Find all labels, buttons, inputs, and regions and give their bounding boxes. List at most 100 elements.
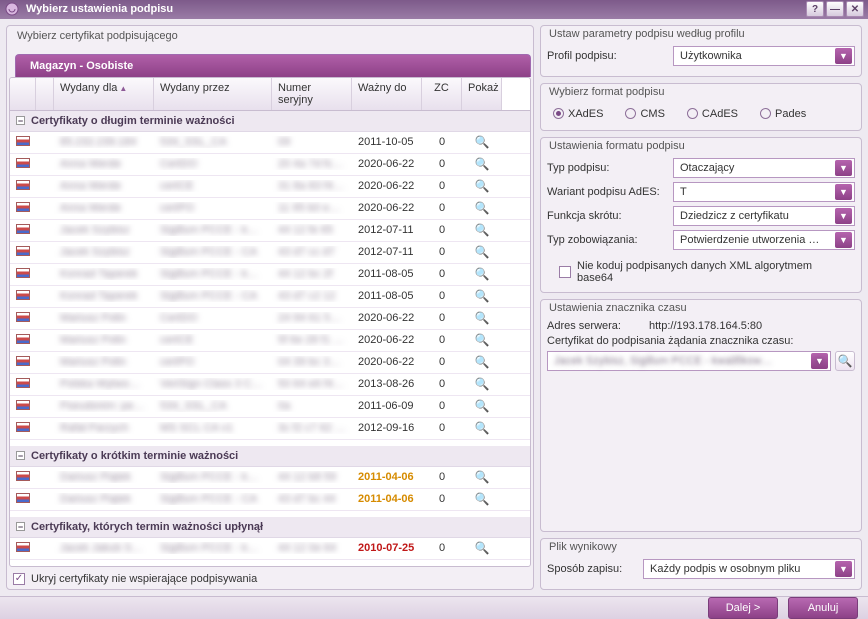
format-radio-cms[interactable]: CMS (625, 108, 664, 120)
output-combo[interactable]: Każdy podpis w osobnym pliku▼ (643, 559, 855, 579)
cell-zc: 0 (422, 202, 462, 214)
magnifier-icon[interactable]: 🔍 (475, 421, 490, 435)
cell-issued-by: MS SCL CA v1 (154, 422, 272, 434)
hash-label: Funkcja skrótu: (547, 210, 667, 222)
col-issued-by[interactable]: Wydany przez (154, 78, 272, 110)
cell-zc: 0 (422, 378, 462, 390)
format-radio-pades[interactable]: Pades (760, 108, 806, 120)
view-ts-cert-button[interactable]: 🔍 (835, 351, 855, 371)
magnifier-icon[interactable]: 🔍 (475, 541, 490, 555)
table-row[interactable]: Dariusz PiątekSigillum PCCE - CA43 d7 bc… (10, 489, 530, 511)
table-row[interactable]: Jacek Jakub S…Sigillum PCCE - kwalif…44 … (10, 538, 530, 560)
magnifier-icon[interactable]: 🔍 (475, 223, 490, 237)
table-row[interactable]: Dariusz PiątekSigillum PCCE - kwalif…44 … (10, 467, 530, 489)
table-row[interactable]: Mariusz PolincertCE5f 6e 28 f1 9f…2020-0… (10, 330, 530, 352)
titlebar[interactable]: Wybierz ustawienia podpisu ? — ✕ (0, 0, 868, 19)
magnifier-icon[interactable]: 🔍 (475, 311, 490, 325)
sig-type-combo[interactable]: Otaczający▼ (673, 158, 855, 178)
radio-icon (625, 108, 636, 119)
cell-valid-to: 2011-08-05 (352, 290, 422, 302)
table-row[interactable]: Mariusz PolincertPO04 39 bc 3a 8…2020-06… (10, 352, 530, 374)
table-row[interactable]: Anna WerdecertCE31 8a 83 f4 b…2020-06-22… (10, 176, 530, 198)
chevron-down-icon: ▼ (835, 561, 852, 577)
magnifier-icon[interactable]: 🔍 (475, 135, 490, 149)
magnifier-icon[interactable]: 🔍 (475, 399, 490, 413)
variant-combo[interactable]: T▼ (673, 182, 855, 202)
b64-checkbox[interactable] (559, 266, 571, 278)
cell-issued-to: Anna Werde (54, 202, 154, 214)
cert-icon (16, 158, 30, 168)
window-title: Wybierz ustawienia podpisu (26, 3, 804, 15)
table-row[interactable]: Jacek SzybiszSigillum PCCE - CA43 d7 cc … (10, 242, 530, 264)
cell-issued-by: certCE (154, 334, 272, 346)
chevron-down-icon: ▼ (835, 232, 852, 248)
minimize-button[interactable]: — (826, 1, 844, 17)
col-valid-to[interactable]: Ważny do (352, 78, 422, 110)
magnifier-icon[interactable]: 🔍 (475, 267, 490, 281)
col-icon[interactable] (10, 78, 36, 110)
commitment-combo[interactable]: Potwierdzenie utworzenia …▼ (673, 230, 855, 250)
profile-combo[interactable]: Użytkownika ▼ (673, 46, 855, 66)
table-row[interactable]: Rafał ParzychMS SCL CA v13c f2 c7 62 9…2… (10, 418, 530, 440)
cell-zc: 0 (422, 224, 462, 236)
cell-zc: 0 (422, 493, 462, 505)
cell-serial: 43 d7 c2 12 (272, 290, 352, 302)
cell-issued-to: Anna Werde (54, 158, 154, 170)
timestamp-group: Ustawienia znacznika czasu Adres serwera… (540, 299, 862, 532)
magnifier-icon[interactable]: 🔍 (475, 157, 490, 171)
cell-issued-by: certCE (154, 180, 272, 192)
close-button[interactable]: ✕ (846, 1, 864, 17)
magnifier-icon[interactable]: 🔍 (475, 355, 490, 369)
sort-asc-icon: ▲ (119, 84, 127, 93)
group-title: Certyfikaty o krótkim terminie ważności (31, 450, 238, 462)
table-row[interactable]: Polska Wytwo…VeriSign Class 3 Cod…50 64 … (10, 374, 530, 396)
magnifier-icon[interactable]: 🔍 (475, 179, 490, 193)
magnifier-icon[interactable]: 🔍 (475, 492, 490, 506)
magnifier-icon[interactable]: 🔍 (475, 245, 490, 259)
table-row[interactable]: Anna WerdeCertDO20 4a 7d fc 0…2020-06-22… (10, 154, 530, 176)
format-radio-xades[interactable]: XAdES (553, 108, 603, 120)
col-show[interactable]: Pokaż (462, 78, 502, 110)
cell-issued-to: Mariusz Polin (54, 312, 154, 324)
group-header[interactable]: −Certyfikaty o krótkim terminie ważności (10, 446, 530, 467)
commitment-label: Typ zobowiązania: (547, 234, 667, 246)
cell-zc: 0 (422, 180, 462, 192)
magnifier-icon[interactable]: 🔍 (475, 333, 490, 347)
hash-combo[interactable]: Dziedzicz z certyfikatu▼ (673, 206, 855, 226)
col-expand[interactable] (36, 78, 54, 110)
table-row[interactable]: Pseudonim: pe…534_SSL_CA0a2011-06-090🔍 (10, 396, 530, 418)
ts-cert-combo[interactable]: Jacek Szybisz, Sigillum PCCE - kwalifiko… (547, 351, 831, 371)
radio-icon (760, 108, 771, 119)
magnifier-icon[interactable]: 🔍 (475, 289, 490, 303)
next-button[interactable]: Dalej > (708, 597, 778, 619)
cert-icon (16, 246, 30, 256)
col-serial[interactable]: Numer seryjny (272, 78, 352, 110)
col-zc[interactable]: ZC (422, 78, 462, 110)
table-row[interactable]: Konrad TaperekSigillum PCCE - CA43 d7 c2… (10, 286, 530, 308)
help-button[interactable]: ? (806, 1, 824, 17)
magnifier-icon[interactable]: 🔍 (475, 377, 490, 391)
grid-body[interactable]: −Certyfikaty o długim terminie ważności8… (10, 111, 530, 566)
radio-label: CAdES (702, 108, 738, 120)
group-header[interactable]: −Certyfikaty, których termin ważności up… (10, 517, 530, 538)
chevron-down-icon: ▼ (811, 353, 828, 369)
format-radio-cades[interactable]: CAdES (687, 108, 738, 120)
radio-icon (553, 108, 564, 119)
tab-personal-store[interactable]: Magazyn - Osobiste (15, 54, 531, 77)
b64-label: Nie koduj podpisanych danych XML algoryt… (577, 260, 851, 284)
hide-unsupported-checkbox[interactable]: ✓ (13, 573, 25, 585)
magnifier-icon[interactable]: 🔍 (475, 201, 490, 215)
cell-issued-by: certPO (154, 356, 272, 368)
cancel-button[interactable]: Anuluj (788, 597, 858, 619)
table-row[interactable]: Mariusz PolinCertDO24 94 61 59 7…2020-06… (10, 308, 530, 330)
magnifier-icon[interactable]: 🔍 (475, 470, 490, 484)
ts-cert-label: Certyfikat do podpisania żądania znaczni… (547, 335, 855, 347)
col-issued-to[interactable]: Wydany dla▲ (54, 78, 154, 110)
table-row[interactable]: 85.232.239.184534_SSL_CA092011-10-050🔍 (10, 132, 530, 154)
table-row[interactable]: Konrad TaperekSigillum PCCE - kwalif…44 … (10, 264, 530, 286)
group-header[interactable]: −Certyfikaty o długim terminie ważności (10, 111, 530, 132)
table-row[interactable]: Anna WerdecertPO11 95 b0 e4 e…2020-06-22… (10, 198, 530, 220)
cell-serial: 43 d7 bc 44 (272, 493, 352, 505)
cell-valid-to: 2020-06-22 (352, 180, 422, 192)
table-row[interactable]: Jacek SzybiszSigillum PCCE - kwalif…44 1… (10, 220, 530, 242)
